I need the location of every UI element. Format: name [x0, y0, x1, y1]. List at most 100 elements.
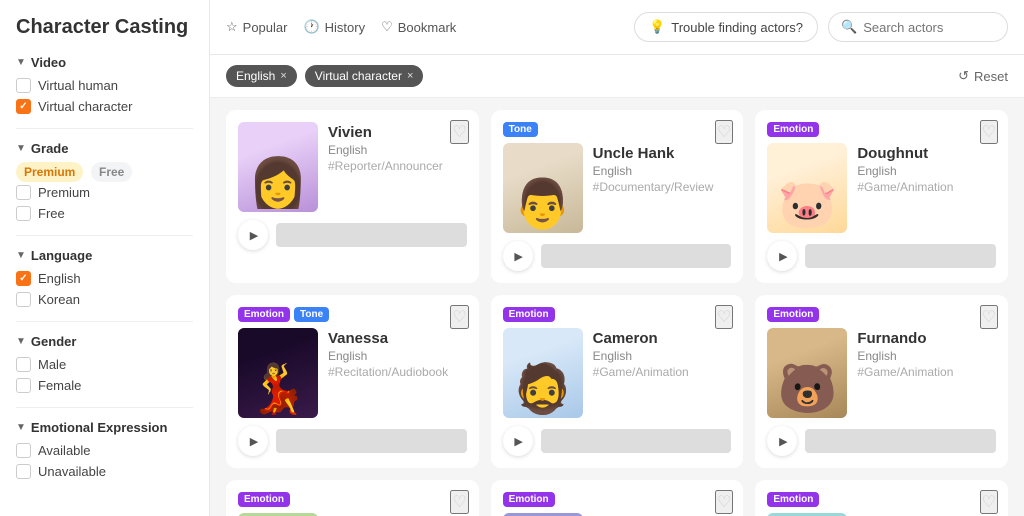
sidebar: Character Casting ▼ Video Virtual human … — [0, 0, 210, 516]
reset-button[interactable]: ↺ Reset — [958, 68, 1008, 84]
play-button-uncle-hank[interactable] — [503, 241, 533, 271]
play-row-vivien — [238, 220, 467, 250]
character-genre-furnando: #Game/Animation — [857, 365, 996, 379]
heart-button-doughnut[interactable]: ♡ — [980, 120, 998, 144]
character-emoji-doughnut: 🐷 — [777, 181, 837, 229]
play-button-cameron[interactable] — [503, 426, 533, 456]
character-card-vanessa[interactable]: EmotionTone 💃 Vanessa English #Recitatio… — [226, 295, 479, 468]
heart-button-cameron[interactable]: ♡ — [715, 305, 733, 329]
filter-tag-virtual-character-label: Virtual character — [315, 69, 402, 83]
badge-tone-vanessa: Tone — [294, 307, 329, 322]
filter-option-premium[interactable]: Premium — [16, 185, 193, 200]
character-card-vivien[interactable]: 👩 Vivien English #Reporter/Announcer ♡ — [226, 110, 479, 283]
search-box[interactable]: 🔍 — [828, 12, 1008, 42]
remove-english-tag[interactable]: × — [280, 70, 286, 82]
remove-virtual-character-tag[interactable]: × — [407, 70, 413, 82]
nav-bookmark[interactable]: ♡ Bookmark — [381, 19, 456, 35]
play-button-vivien[interactable] — [238, 220, 268, 250]
filter-tag-english[interactable]: English × — [226, 65, 297, 87]
heart-button-keybo[interactable]: ♡ — [450, 490, 468, 514]
trouble-icon: 💡 — [649, 19, 665, 35]
heart-button-vivien[interactable]: ♡ — [450, 120, 468, 144]
grade-premium-label: Premium — [16, 162, 83, 182]
filter-option-unavailable[interactable]: Unavailable — [16, 464, 193, 479]
badge-emotion-furnando: Emotion — [767, 307, 819, 322]
card-content-keybo: Emotion 👺 Keybo English #Game/Animation — [226, 480, 479, 516]
character-genre-uncle-hank: #Documentary/Review — [593, 180, 732, 194]
badge-tone-uncle-hank: Tone — [503, 122, 538, 137]
character-genre-vivien: #Reporter/Announcer — [328, 159, 467, 173]
checkbox-female[interactable] — [16, 378, 31, 393]
checkbox-virtual-human[interactable] — [16, 78, 31, 93]
heart-button-sindarin[interactable]: ♡ — [715, 490, 733, 514]
play-button-doughnut[interactable] — [767, 241, 797, 271]
badge-row-sindarin: Emotion — [503, 492, 732, 507]
play-button-furnando[interactable] — [767, 426, 797, 456]
filter-option-english[interactable]: English — [16, 271, 193, 286]
filter-tag-virtual-character[interactable]: Virtual character × — [305, 65, 424, 87]
checkbox-korean[interactable] — [16, 292, 31, 307]
filter-header-grade[interactable]: ▼ Grade — [16, 141, 193, 156]
trouble-finding-button[interactable]: 💡 Trouble finding actors? — [634, 12, 818, 42]
character-card-cameron[interactable]: Emotion 🧔 Cameron English #Game/Animatio… — [491, 295, 744, 468]
filter-option-free[interactable]: Free — [16, 206, 193, 221]
filter-option-male[interactable]: Male — [16, 357, 193, 372]
badge-row-keybo: Emotion — [238, 492, 467, 507]
checkbox-english[interactable] — [16, 271, 31, 286]
card-content-furnando: Emotion 🐻 Furnando English #Game/Animati… — [755, 295, 1008, 468]
character-emoji-vivien: 👩 — [248, 160, 308, 208]
divider-1 — [16, 128, 193, 129]
filter-option-female[interactable]: Female — [16, 378, 193, 393]
character-emoji-cameron: 🧔 — [513, 366, 573, 414]
checkbox-male[interactable] — [16, 357, 31, 372]
heart-button-furnando[interactable]: ♡ — [980, 305, 998, 329]
character-language-furnando: English — [857, 349, 996, 363]
card-content-sindarin: Emotion 🧙 Sindarin English #Game/Animati… — [491, 480, 744, 516]
arrow-icon-grade: ▼ — [16, 143, 26, 154]
character-card-uncle-hank[interactable]: Tone 👨 Uncle Hank English #Documentary/R… — [491, 110, 744, 283]
filter-header-gender[interactable]: ▼ Gender — [16, 334, 193, 349]
character-image-vivien: 👩 — [238, 122, 318, 212]
character-card-furnando[interactable]: Emotion 🐻 Furnando English #Game/Animati… — [755, 295, 1008, 468]
arrow-icon-emotional: ▼ — [16, 422, 26, 433]
card-header-vivien: 👩 Vivien English #Reporter/Announcer — [238, 122, 467, 212]
filter-option-virtual-human[interactable]: Virtual human — [16, 78, 193, 93]
heart-button-kevin[interactable]: ♡ — [980, 490, 998, 514]
filter-option-korean[interactable]: Korean — [16, 292, 193, 307]
checkbox-available[interactable] — [16, 443, 31, 458]
filter-label-language: Language — [31, 248, 92, 263]
card-content-vivien: 👩 Vivien English #Reporter/Announcer — [226, 110, 479, 283]
grade-free-label: Free — [91, 162, 132, 182]
checkbox-free[interactable] — [16, 206, 31, 221]
card-header-vanessa: 💃 Vanessa English #Recitation/Audiobook — [238, 328, 467, 418]
heart-button-uncle-hank[interactable]: ♡ — [715, 120, 733, 144]
filter-header-emotional-expression[interactable]: ▼ Emotional Expression — [16, 420, 193, 435]
play-button-vanessa[interactable] — [238, 426, 268, 456]
waveform-cameron — [541, 429, 732, 453]
character-card-doughnut[interactable]: Emotion 🐷 Doughnut English #Game/Animati… — [755, 110, 1008, 283]
waveform-bars-furnando — [805, 429, 996, 453]
heart-button-vanessa[interactable]: ♡ — [450, 305, 468, 329]
character-emoji-furnando: 🐻 — [777, 366, 837, 414]
character-card-sindarin[interactable]: Emotion 🧙 Sindarin English #Game/Animati… — [491, 480, 744, 516]
character-card-keybo[interactable]: Emotion 👺 Keybo English #Game/Animation … — [226, 480, 479, 516]
search-input[interactable] — [863, 20, 995, 35]
card-header-uncle-hank: 👨 Uncle Hank English #Documentary/Review — [503, 143, 732, 233]
nav-history[interactable]: 🕐 History — [303, 19, 365, 35]
nav-popular[interactable]: ☆ Popular — [226, 19, 287, 35]
checkbox-unavailable[interactable] — [16, 464, 31, 479]
filter-label-grade: Grade — [31, 141, 69, 156]
character-card-kevin[interactable]: Emotion 🤠 Kevin English #Game/Animation … — [755, 480, 1008, 516]
main-content: ☆ Popular 🕐 History ♡ Bookmark 💡 Trouble… — [210, 0, 1024, 516]
arrow-icon-gender: ▼ — [16, 336, 26, 347]
filter-option-virtual-character[interactable]: Virtual character — [16, 99, 193, 114]
checkbox-premium[interactable] — [16, 185, 31, 200]
waveform-vivien — [276, 223, 467, 247]
filter-header-language[interactable]: ▼ Language — [16, 248, 193, 263]
badge-row-cameron: Emotion — [503, 307, 732, 322]
play-row-furnando — [767, 426, 996, 456]
filter-option-available[interactable]: Available — [16, 443, 193, 458]
checkbox-virtual-character[interactable] — [16, 99, 31, 114]
character-emoji-vanessa: 💃 — [248, 366, 308, 414]
filter-header-video[interactable]: ▼ Video — [16, 55, 193, 70]
